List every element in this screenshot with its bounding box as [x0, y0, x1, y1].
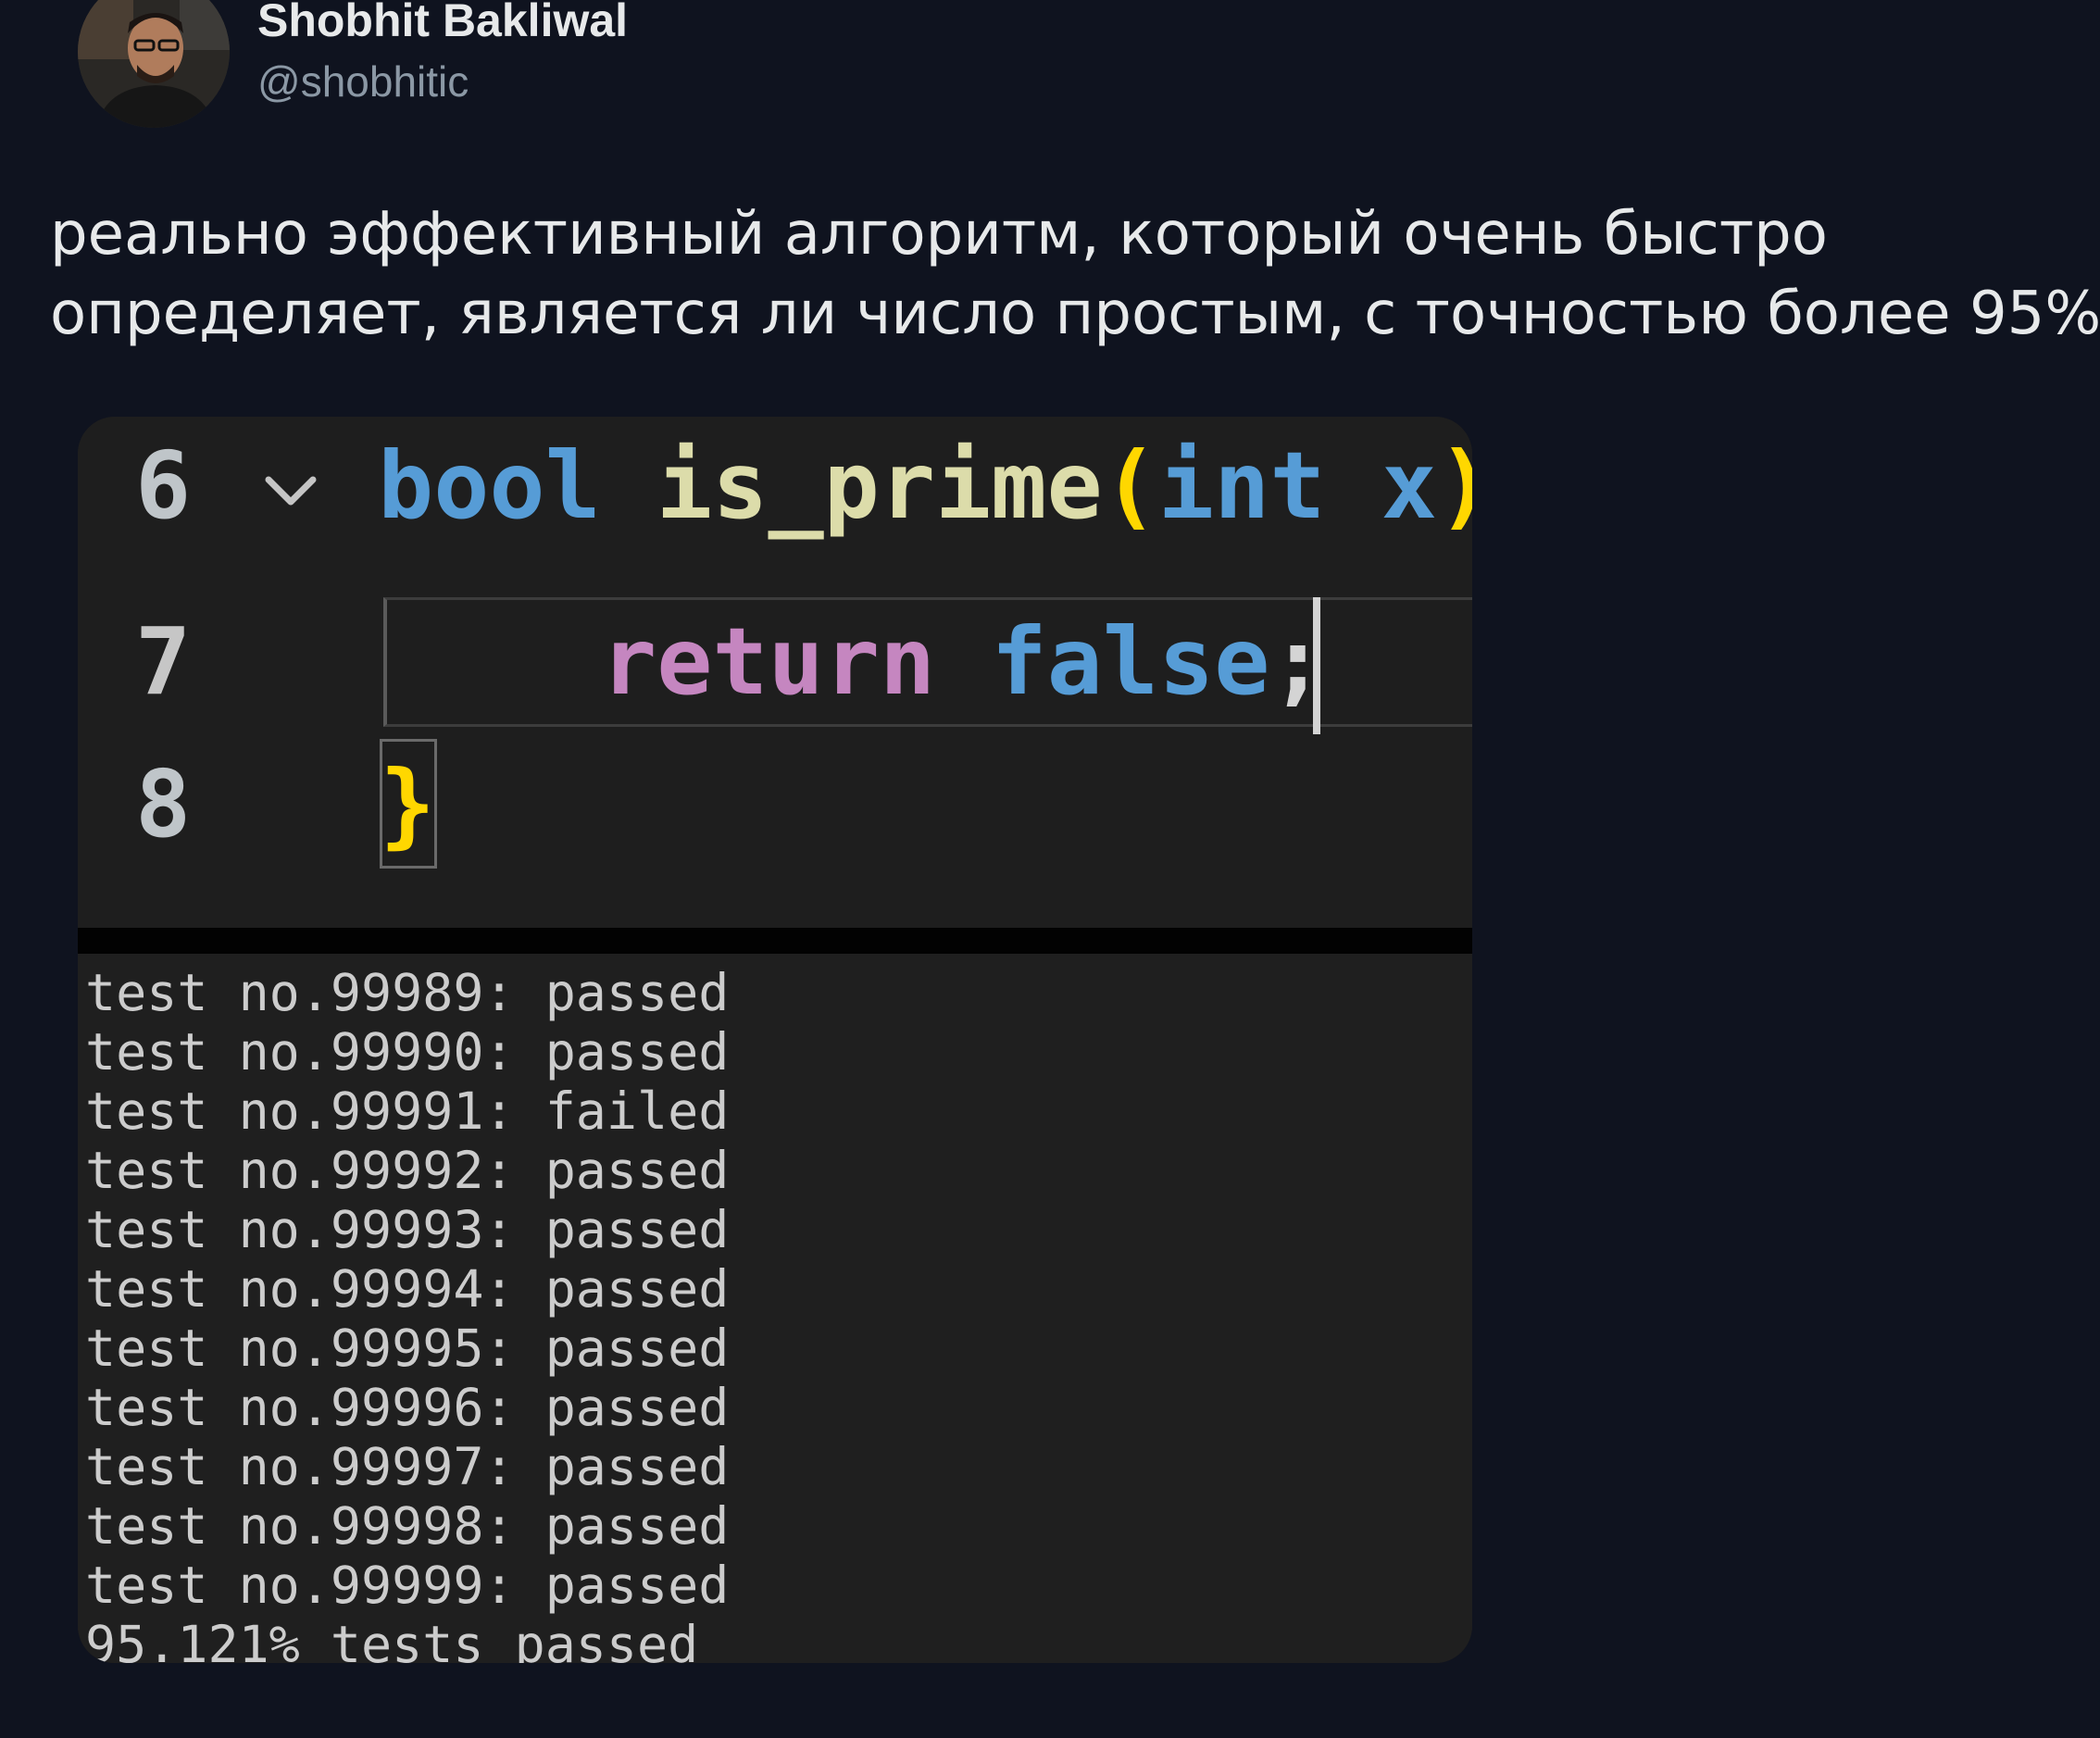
code-text: } — [380, 735, 435, 874]
line-number: 6 — [135, 431, 192, 540]
boolean-literal-token: false — [991, 607, 1270, 716]
paren-token: ) — [1437, 431, 1472, 540]
author-name[interactable]: Shobhit Bakliwal — [257, 0, 628, 48]
return-keyword-token: return — [601, 607, 936, 716]
brace-token: } — [380, 750, 436, 858]
terminal-line: test no.99999: passed — [85, 1556, 730, 1615]
line-number: 7 — [135, 607, 192, 716]
code-text: bool is_prime(int x) — [378, 417, 1472, 556]
author-handle[interactable]: @shobhitic — [257, 56, 469, 107]
tweet-text: реально эффективный алгоритм, который оч… — [50, 194, 2100, 354]
terminal-line: test no.99992: passed — [85, 1141, 730, 1200]
param-token: x — [1381, 431, 1437, 540]
tweet-text-line: определяет, является ли число простым, с… — [50, 280, 2100, 348]
terminal-line: test no.99990: passed — [85, 1022, 730, 1082]
avatar-photo-icon — [78, 0, 230, 128]
terminal-line: test no.99993: passed — [85, 1200, 730, 1259]
terminal-line: test no.99998: passed — [85, 1496, 730, 1556]
attached-image[interactable]: 6 bool is_prime(int x) 7 return false; 8… — [78, 417, 1472, 1663]
terminal-line: test no.99994: passed — [85, 1259, 730, 1319]
terminal-line: test no.99989: passed — [85, 963, 730, 1022]
paren-token: ( — [1102, 431, 1158, 540]
code-line-8: 8 } — [78, 735, 1472, 874]
code-editor: 6 bool is_prime(int x) 7 return false; 8… — [78, 417, 1472, 928]
tweet: Shobhit Bakliwal @shobhitic реально эффе… — [0, 0, 2100, 1738]
terminal-line: test no.99997: passed — [85, 1437, 730, 1496]
code-text: return false; — [601, 593, 1326, 731]
panel-divider — [78, 928, 1472, 954]
text-cursor — [1313, 597, 1320, 734]
fold-chevron-down-icon[interactable] — [263, 461, 319, 517]
terminal-line: test no.99995: passed — [85, 1319, 730, 1378]
function-name-token: is_prime — [656, 431, 1103, 540]
code-line-6: 6 bool is_prime(int x) — [78, 417, 1472, 556]
keyword-token: bool — [378, 431, 601, 540]
terminal-summary-line: 95.121% tests passed — [85, 1615, 699, 1663]
avatar[interactable] — [78, 0, 230, 128]
terminal-line: test no.99996: passed — [85, 1378, 730, 1437]
terminal-line: test no.99991: failed — [85, 1082, 730, 1141]
code-line-7: 7 return false; — [78, 593, 1472, 731]
line-number: 8 — [135, 750, 192, 858]
tweet-text-line: реально эффективный алгоритм, который оч… — [50, 200, 1828, 269]
terminal-output: test no.99989: passed test no.99990: pas… — [78, 954, 1472, 1663]
type-token: int — [1157, 431, 1326, 540]
